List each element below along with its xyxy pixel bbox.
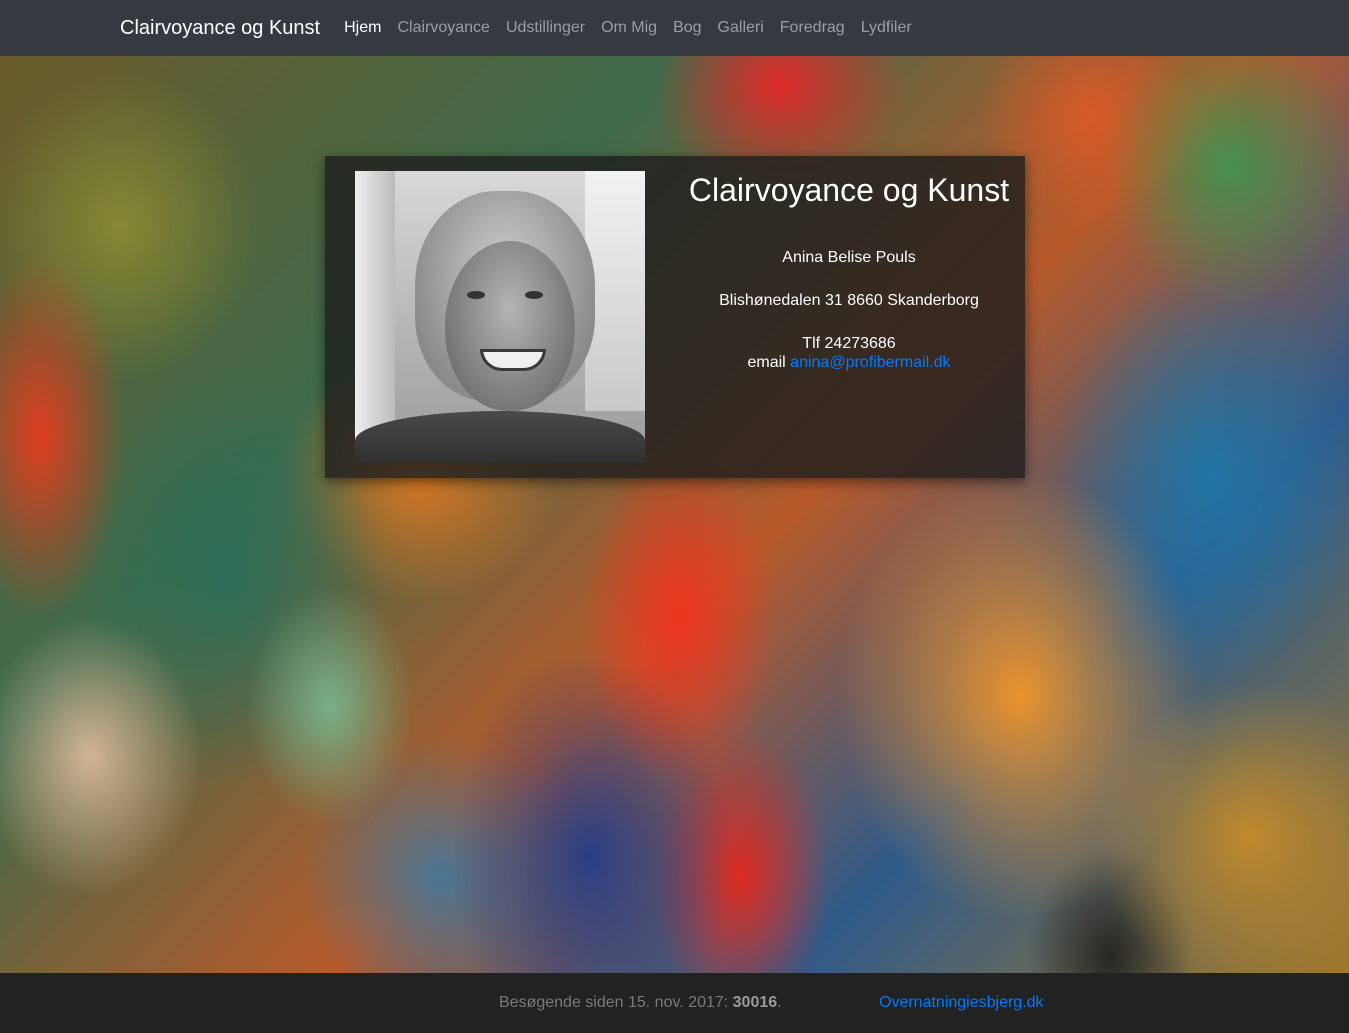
nav-item-clairvoyance[interactable]: Clairvoyance [389, 19, 497, 37]
nav-item-hjem[interactable]: Hjem [336, 19, 389, 37]
photo-window-frame [355, 171, 395, 462]
nav-item-udstillinger[interactable]: Udstillinger [498, 19, 593, 37]
visitor-count: 30016 [732, 994, 778, 1011]
portrait-photo [355, 171, 645, 462]
contact-info: Clairvoyance og Kunst Anina Belise Pouls… [674, 171, 1024, 372]
nav-item-lydfiler[interactable]: Lydfiler [853, 19, 920, 37]
email-label: email [747, 354, 786, 371]
visitor-counter: Besøgende siden 15. nov. 2017: 30016. [499, 994, 782, 1012]
painting-background: Clairvoyance og Kunst Anina Belise Pouls… [0, 56, 1349, 973]
brand-link[interactable]: Clairvoyance og Kunst [120, 17, 320, 40]
card-title: Clairvoyance og Kunst [688, 172, 1010, 208]
nav-menu: Hjem Clairvoyance Udstillinger Om Mig Bo… [336, 19, 920, 37]
nav-item-bog[interactable]: Bog [665, 19, 709, 37]
nav-item-galleri[interactable]: Galleri [710, 19, 772, 37]
footer: Besøgende siden 15. nov. 2017: 30016. Ov… [0, 973, 1349, 1033]
photo-face [445, 241, 575, 411]
top-navbar: Clairvoyance og Kunst Hjem Clairvoyance … [0, 0, 1349, 56]
photo-eye-right [525, 291, 543, 299]
visitor-counter-label: Besøgende siden 15. nov. 2017: [499, 994, 729, 1011]
photo-shoulders [355, 411, 645, 462]
visitor-counter-suffix: . [777, 994, 782, 1011]
email-link[interactable]: anina@profibermail.dk [790, 354, 950, 371]
email-row: email anina@profibermail.dk [674, 353, 1024, 372]
owner-address: Blishønedalen 31 8660 Skanderborg [719, 292, 979, 309]
photo-eye-left [467, 291, 485, 299]
footer-external-link[interactable]: Overnatningiesbjerg.dk [879, 994, 1044, 1012]
nav-item-om-mig[interactable]: Om Mig [593, 19, 665, 37]
owner-name: Anina Belise Pouls [782, 249, 916, 266]
contact-card: Clairvoyance og Kunst Anina Belise Pouls… [325, 156, 1025, 478]
owner-phone: Tlf 24273686 [802, 335, 896, 352]
nav-item-foredrag[interactable]: Foredrag [772, 19, 853, 37]
